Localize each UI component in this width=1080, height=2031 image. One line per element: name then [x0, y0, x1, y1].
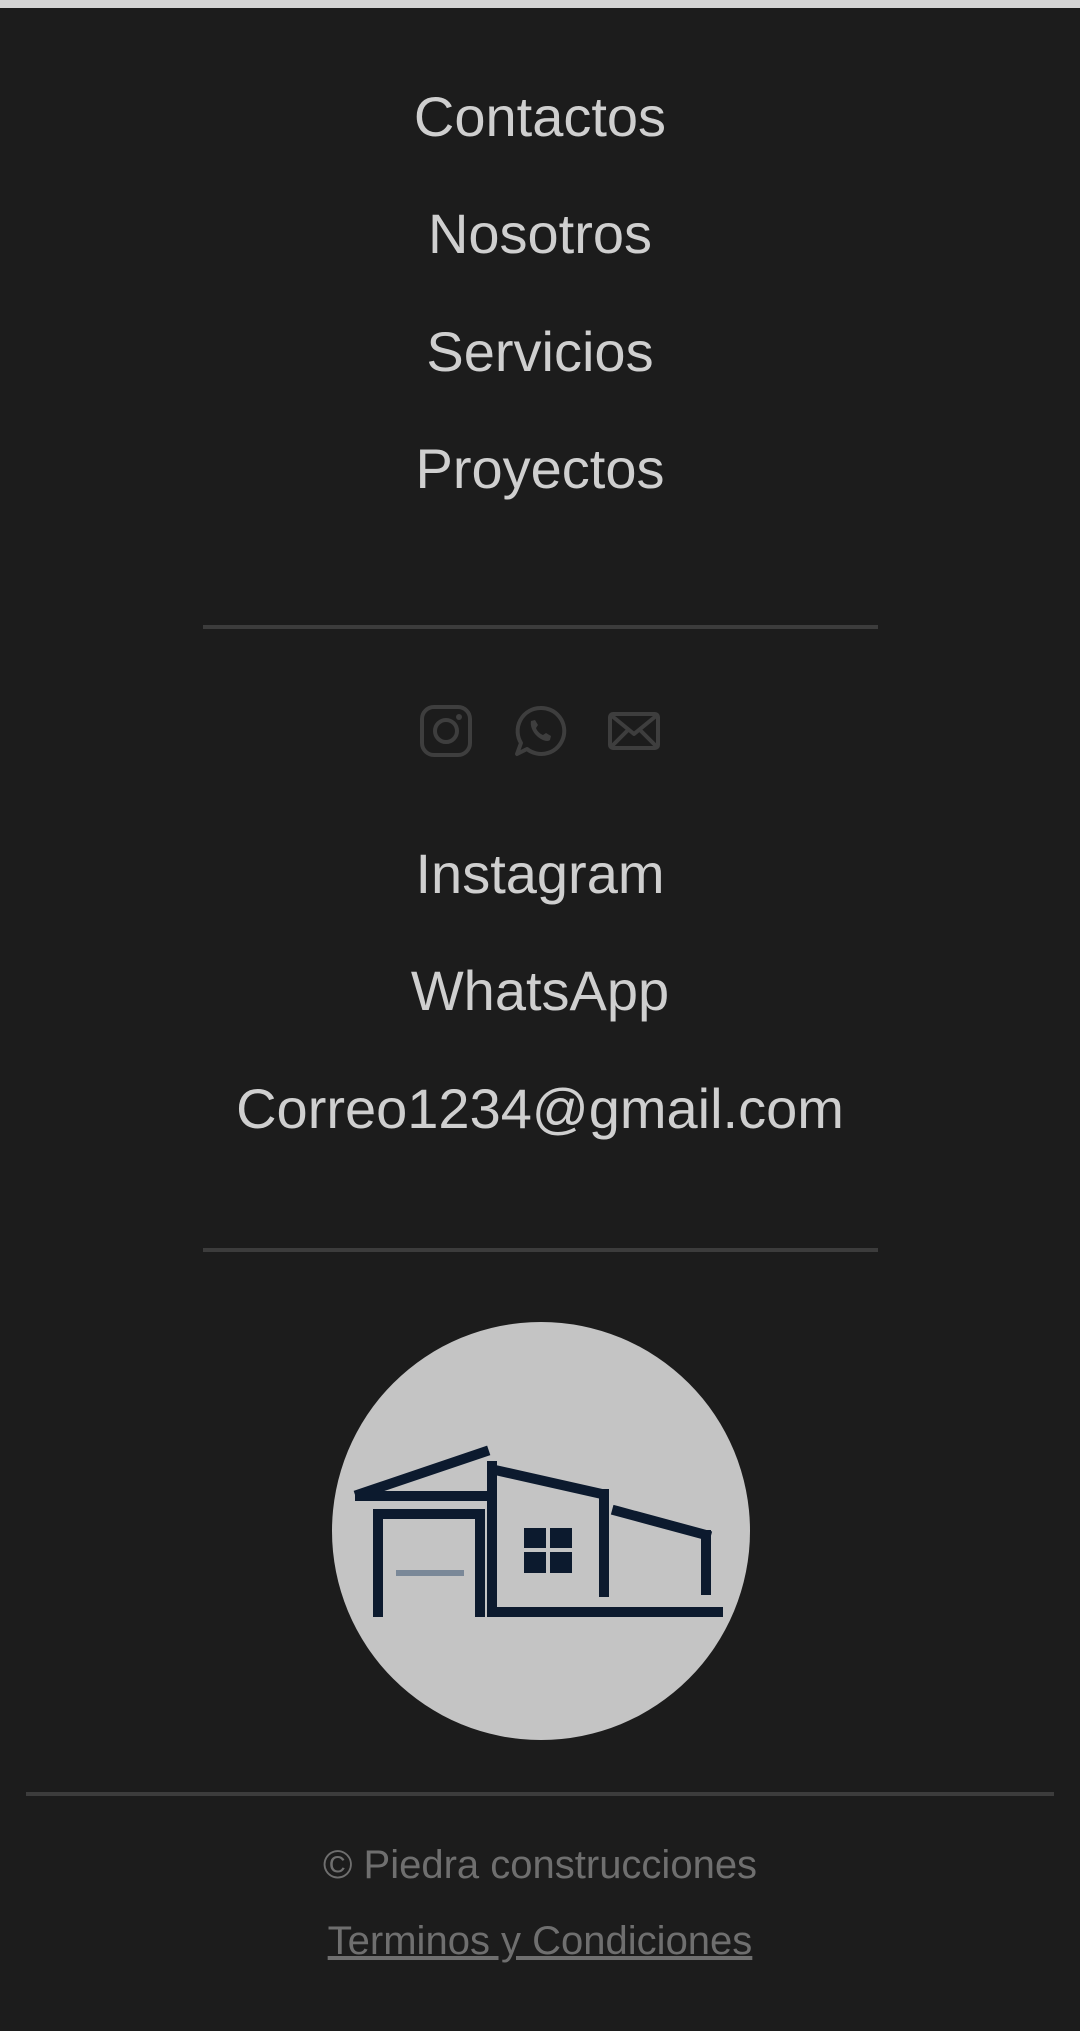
- divider-top: [203, 625, 878, 629]
- house-logo-icon: [353, 1445, 723, 1617]
- nav-link-nosotros[interactable]: Nosotros: [0, 199, 1080, 269]
- footer-page: Contactos Nosotros Servicios Proyectos I…: [0, 0, 1080, 2031]
- nav-link-servicios[interactable]: Servicios: [0, 317, 1080, 387]
- social-icons-row: [0, 704, 1080, 764]
- nav-link-proyectos[interactable]: Proyectos: [0, 434, 1080, 504]
- copyright-text: © Piedra construcciones: [322, 1843, 758, 1887]
- email-link[interactable]: Correo1234@gmail.com: [0, 1074, 1080, 1144]
- terms-link[interactable]: Terminos y Condiciones: [328, 1919, 753, 1963]
- garage-stripe: [396, 1570, 464, 1576]
- whatsapp-link[interactable]: WhatsApp: [0, 956, 1080, 1026]
- divider-bottom: [26, 1792, 1054, 1796]
- company-logo: [332, 1322, 750, 1740]
- nav-link-contactos[interactable]: Contactos: [0, 82, 1080, 152]
- divider-middle: [203, 1248, 878, 1252]
- instagram-link[interactable]: Instagram: [0, 839, 1080, 909]
- terms-container: Terminos y Condiciones: [0, 1916, 1080, 1966]
- instagram-icon[interactable]: [419, 704, 473, 758]
- top-strip: [0, 0, 1080, 8]
- mail-icon[interactable]: [607, 704, 661, 758]
- window-icon: [524, 1528, 572, 1573]
- whatsapp-icon[interactable]: [513, 704, 567, 758]
